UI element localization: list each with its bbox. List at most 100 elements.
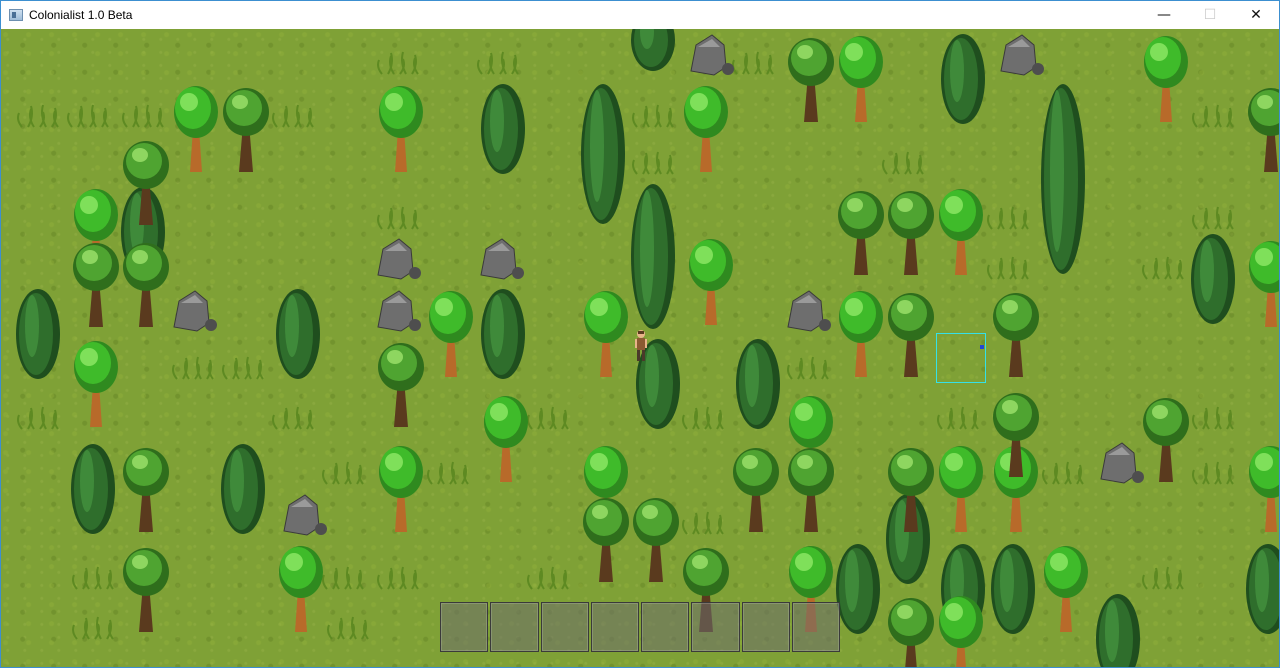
pine-tree [1246, 544, 1279, 634]
oak-tree [888, 598, 934, 667]
tree [174, 86, 218, 172]
tree [74, 341, 118, 427]
pine-tree [276, 289, 320, 379]
grass-tuft [527, 406, 569, 430]
tree [839, 36, 883, 122]
oak-tree [1248, 88, 1279, 172]
pine-tree [581, 84, 625, 224]
grass-tuft [632, 151, 674, 175]
rock [377, 290, 421, 332]
hotbar-slot[interactable] [741, 602, 790, 652]
grass-tuft [1192, 206, 1234, 230]
grass-tuft [477, 51, 519, 75]
grass-tuft [527, 566, 569, 590]
oak-tree [123, 243, 169, 327]
pine-tree [481, 84, 525, 174]
tree [684, 86, 728, 172]
minimize-button[interactable]: — [1141, 1, 1187, 29]
pine-tree [16, 289, 60, 379]
player-character[interactable] [634, 329, 648, 363]
tree [839, 291, 883, 377]
grass-tuft [632, 104, 674, 128]
pine-tree [991, 544, 1035, 634]
grass-tuft [377, 566, 419, 590]
grass-tuft [682, 511, 724, 535]
tree [939, 189, 983, 275]
tree [1249, 241, 1279, 327]
grass-tuft [72, 566, 114, 590]
grass-tuft [987, 256, 1029, 280]
tree [1249, 446, 1279, 532]
grass-tuft [1142, 256, 1184, 280]
grass-tuft [322, 566, 364, 590]
grass-tuft [1192, 104, 1234, 128]
grass-tuft [327, 616, 369, 640]
hotbar-slot[interactable] [490, 602, 539, 652]
tree [689, 239, 733, 325]
grass-tuft [732, 51, 774, 75]
grass-tuft [1042, 461, 1084, 485]
maximize-button[interactable]: ☐ [1187, 1, 1233, 29]
grass-tuft [122, 104, 164, 128]
pine-tree [736, 339, 780, 429]
oak-tree [583, 498, 629, 582]
oak-tree [993, 293, 1039, 377]
grass-tuft [17, 104, 59, 128]
hotbar-slot[interactable] [791, 602, 840, 652]
hotbar-slot[interactable] [691, 602, 740, 652]
hotbar [440, 602, 842, 654]
rock [787, 290, 831, 332]
grass-tuft [17, 406, 59, 430]
tree [429, 291, 473, 377]
pine-tree [1096, 594, 1140, 667]
app-icon [9, 9, 23, 21]
rock [1000, 34, 1044, 76]
rock [173, 290, 217, 332]
game-viewport[interactable] [1, 29, 1279, 667]
pine-tree [631, 184, 675, 329]
grass-tuft [882, 151, 924, 175]
hotbar-slot[interactable] [641, 602, 690, 652]
pine-tree [631, 29, 675, 71]
tree [484, 396, 528, 482]
oak-tree [888, 191, 934, 275]
tree [379, 86, 423, 172]
grass-tuft [427, 461, 469, 485]
oak-tree [223, 88, 269, 172]
window-controls: — ☐ ✕ [1141, 1, 1279, 29]
game-window: Colonialist 1.0 Beta — ☐ ✕ [0, 0, 1280, 668]
pine-tree [71, 444, 115, 534]
grass-tuft [682, 406, 724, 430]
hotbar-slot[interactable] [590, 602, 639, 652]
rock [377, 238, 421, 280]
close-button[interactable]: ✕ [1233, 1, 1279, 29]
tree [939, 446, 983, 532]
window-title: Colonialist 1.0 Beta [29, 8, 133, 22]
grass-tuft [322, 461, 364, 485]
oak-tree [123, 448, 169, 532]
cursor-marker [980, 345, 984, 349]
rock [480, 238, 524, 280]
grass-tuft [67, 104, 109, 128]
grass-tuft [222, 356, 264, 380]
pine-tree [836, 544, 880, 634]
rock [1100, 442, 1144, 484]
hotbar-slot[interactable] [540, 602, 589, 652]
grass-tuft [172, 356, 214, 380]
oak-tree [788, 38, 834, 122]
oak-tree [788, 448, 834, 532]
tree [1144, 36, 1188, 122]
grass-tuft [72, 616, 114, 640]
title-bar[interactable]: Colonialist 1.0 Beta — ☐ ✕ [1, 1, 1279, 29]
grass-tuft [1192, 406, 1234, 430]
grass-tuft [787, 356, 829, 380]
pine-tree [941, 34, 985, 124]
oak-tree [733, 448, 779, 532]
hotbar-slot[interactable] [440, 602, 489, 652]
tile-selection-cursor [936, 333, 986, 383]
rock [283, 494, 327, 536]
oak-tree [888, 293, 934, 377]
grass-tuft [987, 206, 1029, 230]
oak-tree [633, 498, 679, 582]
tree [584, 291, 628, 377]
